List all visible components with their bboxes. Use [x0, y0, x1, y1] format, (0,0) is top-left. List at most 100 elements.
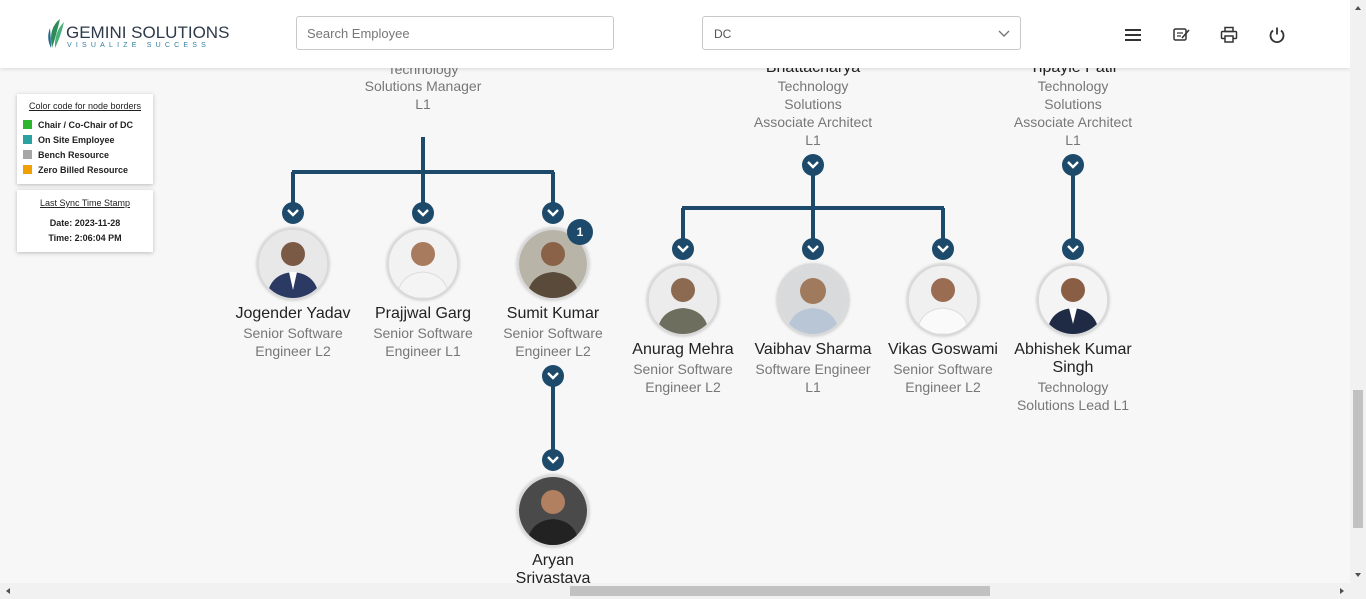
legend-swatch — [23, 120, 32, 129]
employee-avatar[interactable] — [1037, 264, 1109, 336]
parent-role-line: Solutions — [1044, 96, 1102, 112]
legend-swatch — [23, 135, 32, 144]
employee-role: Engineer L2 — [255, 343, 331, 359]
parent-role-line: Technology — [777, 78, 849, 94]
employee-avatar[interactable] — [777, 264, 849, 336]
legend-item: Bench Resource — [23, 150, 109, 162]
employee-avatar[interactable] — [907, 264, 979, 336]
person-photo-icon — [389, 230, 457, 298]
chevron-down-icon — [547, 372, 559, 380]
employee-name-line2[interactable]: Singh — [1003, 359, 1143, 377]
parent-role-line: L1 — [415, 96, 431, 112]
vertical-scrollbar[interactable] — [1350, 0, 1366, 583]
expand-button[interactable] — [802, 238, 824, 260]
employee-role: Engineer L1 — [385, 343, 461, 359]
legend-label: Zero Billed Resource — [38, 165, 129, 175]
legend-label: On Site Employee — [38, 135, 115, 145]
employee-name[interactable]: Aryan — [483, 552, 623, 570]
chevron-down-icon — [677, 245, 689, 253]
employee-name[interactable]: Abhishek Kumar — [1003, 341, 1143, 359]
employee-name[interactable]: Vaibhav Sharma — [743, 341, 883, 359]
print-icon[interactable] — [1218, 24, 1240, 46]
border-color-legend: Color code for node borders Chair / Co-C… — [17, 94, 153, 184]
scroll-down-arrow-icon[interactable] — [1350, 567, 1366, 583]
expand-button[interactable] — [542, 202, 564, 224]
direct-reports-count-badge: 1 — [567, 219, 593, 245]
expand-button[interactable] — [412, 202, 434, 224]
chevron-down-icon — [417, 209, 429, 217]
vertical-scroll-thumb[interactable] — [1353, 390, 1363, 528]
search-employee-input[interactable] — [296, 16, 614, 50]
chevron-down-icon — [547, 209, 559, 217]
employee-role: Engineer L2 — [645, 379, 721, 395]
org-chart-canvas: Technology Solutions Manager L1 Bhattach… — [0, 0, 1350, 583]
legend-item: On Site Employee — [23, 135, 115, 147]
employee-role: Senior Software — [633, 361, 733, 377]
person-photo-icon — [909, 266, 977, 334]
scroll-right-arrow-icon[interactable] — [1334, 583, 1350, 599]
parent-role-line: Solutions — [784, 96, 842, 112]
employee-role: Engineer L2 — [515, 343, 591, 359]
parent-role-line: L1 — [805, 132, 821, 148]
leaf-logo-icon — [48, 19, 64, 48]
employee-name[interactable]: Anurag Mehra — [613, 341, 753, 359]
person-photo-icon — [1039, 266, 1107, 334]
expand-button[interactable] — [672, 238, 694, 260]
parent-role-line: Technology — [1037, 78, 1109, 94]
legend-title: Color code for node borders — [28, 101, 142, 111]
legend-label: Chair / Co-Chair of DC — [38, 120, 134, 130]
employee-avatar[interactable] — [387, 228, 459, 300]
employee-avatar[interactable] — [517, 475, 589, 547]
employee-name[interactable]: Vikas Goswami — [873, 341, 1013, 359]
chevron-down-icon — [287, 209, 299, 217]
employee-name[interactable]: Prajjwal Garg — [353, 305, 493, 323]
expand-button[interactable] — [1062, 154, 1084, 176]
menu-icon[interactable] — [1122, 24, 1144, 46]
expand-button[interactable] — [542, 449, 564, 471]
legend-item: Zero Billed Resource — [23, 165, 128, 177]
expand-button[interactable] — [802, 154, 824, 176]
notes-icon[interactable] — [1170, 24, 1192, 46]
employee-role: Senior Software — [243, 325, 343, 341]
chevron-down-icon — [547, 456, 559, 464]
dc-select[interactable]: DC — [702, 16, 1021, 50]
scroll-left-arrow-icon[interactable] — [0, 583, 16, 599]
logo-tagline: VISUALIZE SUCCESS — [67, 42, 210, 49]
sync-date: Date: 2023-11-28 — [49, 218, 121, 228]
expand-button[interactable] — [932, 238, 954, 260]
expand-button[interactable] — [542, 365, 564, 387]
chevron-down-icon — [998, 30, 1010, 37]
parent-role-line: Associate Architect — [753, 114, 873, 130]
expand-button[interactable] — [1062, 238, 1084, 260]
employee-role: Senior Software — [893, 361, 993, 377]
scroll-up-arrow-icon[interactable] — [1350, 0, 1366, 16]
legend-swatch — [23, 150, 32, 159]
parent-role-line: L1 — [1065, 132, 1081, 148]
horizontal-scroll-thumb[interactable] — [570, 586, 990, 596]
employee-name-line2[interactable]: Srivastava — [483, 570, 623, 583]
chevron-down-icon — [807, 245, 819, 253]
power-icon[interactable] — [1266, 24, 1288, 46]
expand-button[interactable] — [282, 202, 304, 224]
employee-role: L1 — [805, 379, 821, 395]
employee-avatar[interactable] — [647, 264, 719, 336]
chevron-down-icon — [807, 161, 819, 169]
employee-name[interactable]: Jogender Yadav — [223, 305, 363, 323]
sync-timestamp-panel: Last Sync Time Stamp Date: 2023-11-28 Ti… — [17, 190, 153, 252]
chevron-down-icon — [1067, 245, 1079, 253]
employee-role: Senior Software — [503, 325, 603, 341]
employee-name[interactable]: Sumit Kumar — [483, 305, 623, 323]
person-photo-icon — [779, 266, 847, 334]
dc-select-value: DC — [714, 27, 732, 41]
legend-swatch — [23, 165, 32, 174]
company-logo[interactable]: GEMINI SOLUTIONS VISUALIZE SUCCESS — [46, 18, 229, 52]
chevron-down-icon — [937, 245, 949, 253]
employee-role: Engineer L2 — [905, 379, 981, 395]
legend-label: Bench Resource — [38, 150, 110, 160]
employee-avatar[interactable] — [257, 228, 329, 300]
horizontal-scrollbar[interactable] — [0, 583, 1366, 599]
logo-wordmark: GEMINI SOLUTIONS — [66, 23, 230, 42]
employee-role: Solutions Lead L1 — [1016, 397, 1130, 413]
employee-role: Senior Software — [373, 325, 473, 341]
person-photo-icon — [519, 477, 587, 545]
